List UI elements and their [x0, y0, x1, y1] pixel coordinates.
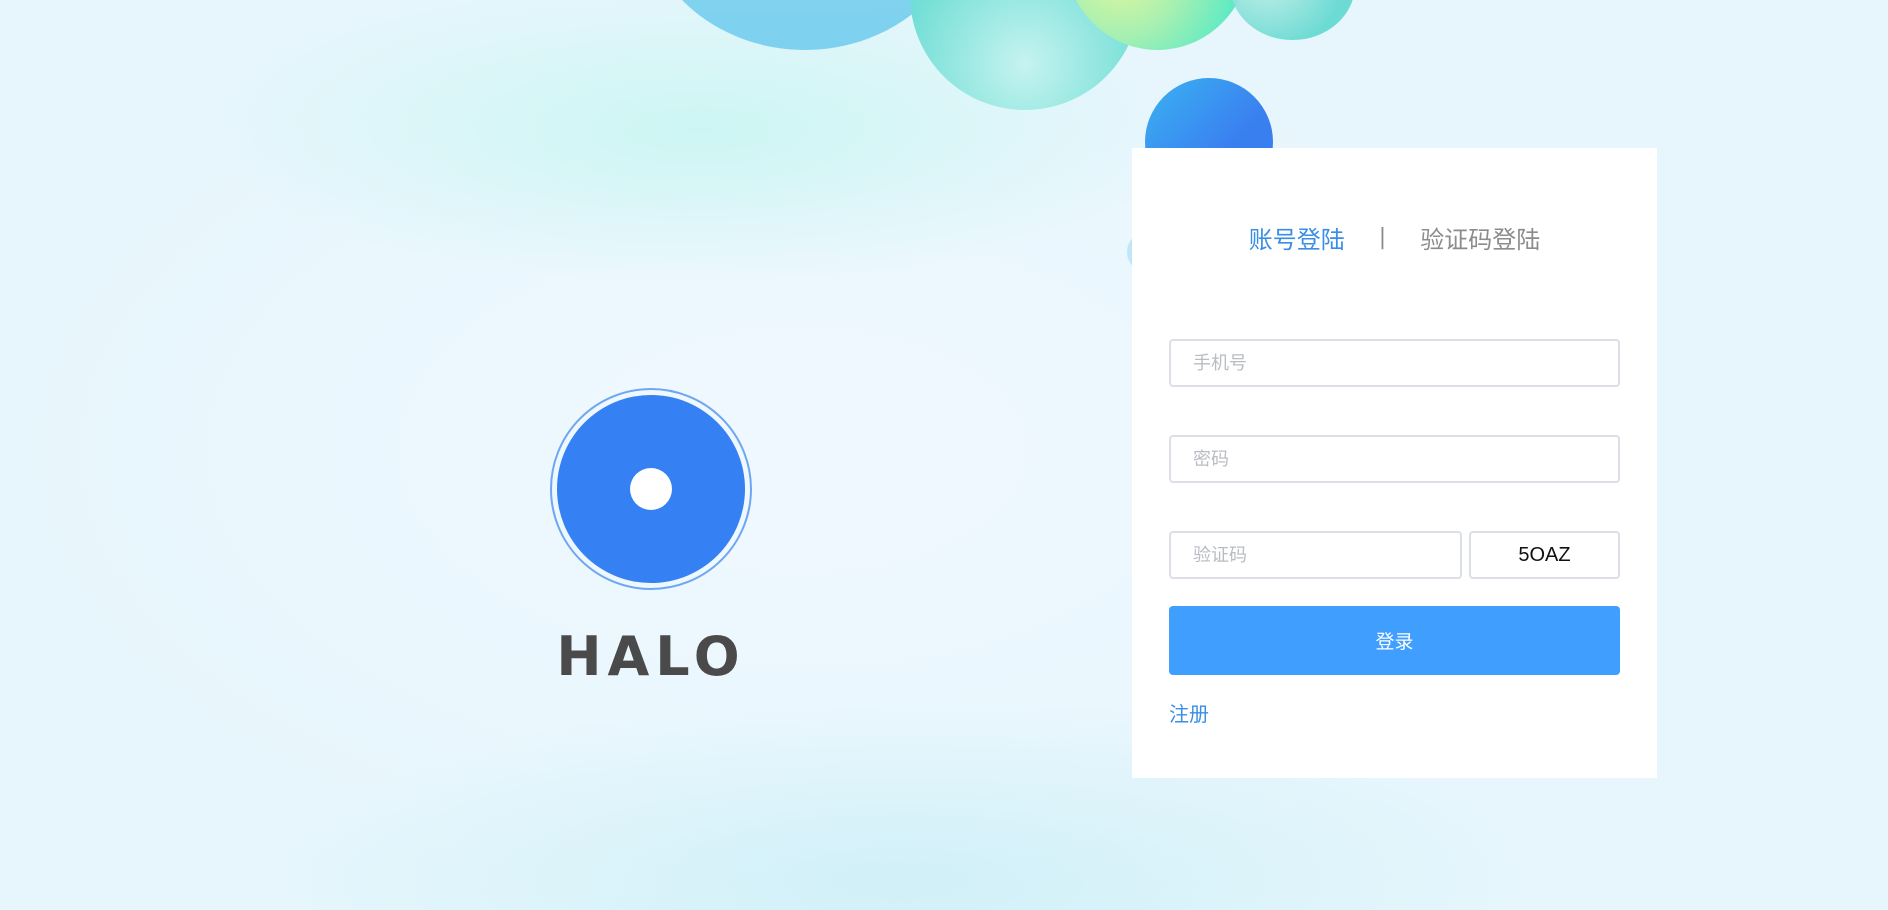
- decorative-bubble: [1230, 0, 1355, 40]
- login-panel: 账号登陆 | 验证码登陆 5OAZ 登录 注册: [1132, 148, 1657, 778]
- captcha-image[interactable]: 5OAZ: [1469, 531, 1620, 579]
- logo-ring: [550, 388, 752, 590]
- verification-code-input[interactable]: [1171, 533, 1460, 577]
- password-input[interactable]: [1171, 437, 1618, 481]
- brand-name: HALO: [556, 625, 746, 688]
- phone-input[interactable]: [1171, 341, 1618, 385]
- register-link[interactable]: 注册: [1169, 698, 1209, 727]
- login-button[interactable]: 登录: [1169, 606, 1620, 675]
- password-field: [1169, 435, 1620, 483]
- brand-logo: HALO: [550, 388, 752, 684]
- tab-account-login[interactable]: 账号登陆: [1249, 220, 1345, 255]
- logo-dot: [630, 468, 672, 510]
- login-tabs: 账号登陆 | 验证码登陆: [1132, 220, 1657, 255]
- tab-separator: |: [1378, 225, 1387, 250]
- logo-disc-icon: [557, 395, 745, 583]
- phone-field: [1169, 339, 1620, 387]
- tab-code-login[interactable]: 验证码登陆: [1420, 220, 1540, 255]
- verification-code-field: [1169, 531, 1462, 579]
